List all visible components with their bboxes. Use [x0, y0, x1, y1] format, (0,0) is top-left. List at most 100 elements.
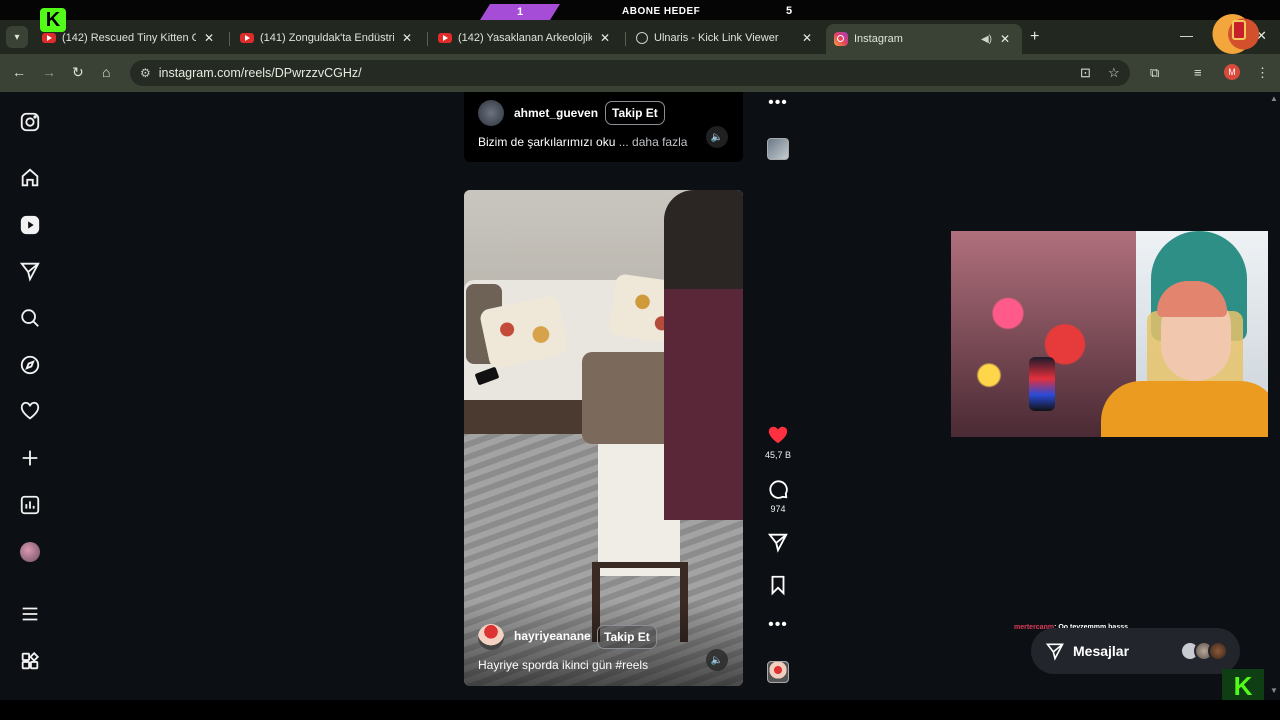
create-plus-icon[interactable] [18, 446, 42, 470]
explore-icon[interactable] [18, 353, 42, 377]
direct-message-icon[interactable] [18, 259, 42, 283]
forward-button[interactable]: → [42, 64, 56, 80]
scroll-down-arrow-icon[interactable]: ▼ [1270, 686, 1278, 695]
tab-strip: ▾ (142) Rescued Tiny Kitten Grow ✕ (141)… [0, 20, 1280, 54]
message-avatars [1180, 641, 1228, 661]
new-tab-button[interactable]: + [1030, 28, 1039, 46]
profile-avatar[interactable] [20, 542, 40, 562]
youtube-icon [438, 33, 452, 43]
person-image [664, 190, 743, 520]
stream-bottom-strip [0, 700, 1280, 720]
page-scrollbar[interactable]: ▲ ▼ [1268, 92, 1280, 700]
tab-separator [229, 32, 230, 46]
sidebar-nav [0, 92, 60, 700]
install-app-icon[interactable]: ⊡ [1080, 65, 1091, 81]
webcam-rgb-speaker [1029, 357, 1055, 411]
close-tab-icon[interactable]: ✕ [800, 31, 814, 45]
menu-icon[interactable]: ⋮ [1256, 65, 1269, 81]
notifications-heart-icon[interactable] [18, 399, 42, 423]
tab-separator [427, 32, 428, 46]
messages-button[interactable]: Mesajlar [1031, 628, 1240, 674]
kick-letter: K [1233, 670, 1253, 701]
direct-message-icon [1045, 643, 1064, 661]
home-icon[interactable] [18, 166, 42, 190]
tab-youtube-arkeolojik[interactable]: (142) Yasaklanan Arkeolojik Ge ✕ [430, 24, 622, 52]
instagram-logo-icon[interactable] [18, 110, 42, 134]
close-tab-icon[interactable]: ✕ [202, 31, 216, 45]
messages-label: Mesajlar [1073, 643, 1130, 659]
tab-label: (142) Yasaklanan Arkeolojik Ge [458, 32, 592, 44]
more-link[interactable]: ... daha fazla [619, 135, 688, 149]
sub-count-badge: 1 [480, 4, 560, 20]
caption-text: Bizim de şarkılarımızı oku [478, 135, 616, 149]
reel-caption: Hayriye sporda ikinci gün #reels [478, 658, 649, 672]
also-from-meta-icon[interactable] [18, 649, 42, 673]
reels-icon[interactable] [18, 213, 42, 237]
tab-youtube-zonguldak[interactable]: (141) Zonguldak'ta Endüstriyel ✕ [232, 24, 424, 52]
more-options-icon[interactable]: ••• [762, 94, 794, 112]
like-count: 45,7 B [764, 450, 792, 460]
streamer-webcam [951, 231, 1280, 437]
link-icon [636, 32, 648, 44]
like-button[interactable]: 45,7 B [762, 424, 794, 460]
kick-corner-logo: K [1222, 669, 1264, 700]
kick-logo: K [40, 8, 66, 32]
comment-count: 974 [770, 504, 786, 514]
close-tab-icon[interactable]: ✕ [998, 32, 1012, 46]
minimize-button[interactable]: — [1180, 28, 1193, 43]
site-settings-icon[interactable]: ⚙ [140, 66, 151, 80]
tab-search-button[interactable]: ▾ [6, 26, 28, 48]
more-menu-icon[interactable] [18, 602, 42, 626]
reel-caption: Bizim de şarkılarımızı oku ... daha fazl… [478, 135, 687, 149]
tab-instagram[interactable]: Instagram ◀) ✕ [826, 24, 1022, 54]
follow-button[interactable]: Takip Et [605, 101, 665, 125]
sound-toggle-icon[interactable]: 🔈 [706, 649, 728, 671]
heart-icon [768, 426, 788, 444]
more-options-icon[interactable]: ••• [762, 616, 794, 634]
tab-separator [625, 32, 626, 46]
audio-thumbnail[interactable] [767, 661, 789, 683]
extensions-icon[interactable]: ⧉ [1150, 65, 1159, 81]
profile-avatar[interactable]: M [1224, 64, 1240, 80]
comment-icon [769, 480, 788, 499]
webcam-sweater [1101, 381, 1280, 437]
tab-label: (142) Rescued Tiny Kitten Grow [62, 32, 196, 44]
bookmark-star-icon[interactable]: ☆ [1108, 65, 1120, 81]
back-button[interactable]: ← [12, 64, 26, 80]
reel-username[interactable]: ahmet_gueven [514, 106, 598, 120]
close-tab-icon[interactable]: ✕ [598, 31, 612, 45]
search-icon[interactable] [18, 306, 42, 330]
media-control-icon[interactable]: ≡ [1194, 65, 1202, 80]
sub-goal-target: 5 [786, 5, 793, 17]
close-tab-icon[interactable]: ✕ [400, 31, 414, 45]
share-icon [767, 533, 788, 553]
reel-actions: ••• 45,7 B 974 ••• [762, 92, 794, 700]
save-button[interactable] [762, 574, 794, 596]
user-avatar[interactable] [478, 100, 504, 126]
user-avatar[interactable] [478, 624, 504, 650]
share-button[interactable] [762, 531, 794, 553]
youtube-icon [42, 33, 56, 43]
sound-toggle-icon[interactable]: 🔈 [706, 126, 728, 148]
tab-kick-link-viewer[interactable]: Ulnaris - Kick Link Viewer ✕ [628, 24, 824, 52]
tab-label: Ulnaris - Kick Link Viewer [654, 32, 779, 44]
follow-button[interactable]: Takip Et [597, 625, 657, 649]
scroll-up-arrow-icon[interactable]: ▲ [1270, 94, 1278, 103]
address-bar[interactable]: ⚙ instagram.com/reels/DPwrzzvCGHz/ [130, 60, 1130, 86]
reel-username[interactable]: hayriyeanane [514, 629, 591, 643]
comment-button[interactable]: 974 [762, 478, 794, 514]
sub-goal-label: ABONE HEDEF [622, 6, 701, 17]
instagram-icon [834, 32, 848, 46]
browser-toolbar: ← → ↻ ⌂ ⚙ instagram.com/reels/DPwrzzvCGH… [0, 54, 1280, 92]
bookmark-icon [771, 575, 785, 596]
dashboard-icon[interactable] [18, 493, 42, 517]
speaker-icon[interactable]: ◀) [981, 34, 992, 45]
tab-label: Instagram [854, 33, 903, 45]
home-button[interactable]: ⌂ [102, 64, 110, 80]
previous-reel[interactable]: ahmet_gueven Takip Et Bizim de şarkıları… [464, 92, 743, 162]
current-reel-video[interactable]: hayriyeanane Takip Et Hayriye sporda iki… [464, 190, 743, 686]
audio-thumbnail[interactable] [767, 138, 789, 160]
reload-button[interactable]: ↻ [72, 64, 84, 81]
youtube-icon [240, 33, 254, 43]
avatar [1208, 641, 1228, 661]
